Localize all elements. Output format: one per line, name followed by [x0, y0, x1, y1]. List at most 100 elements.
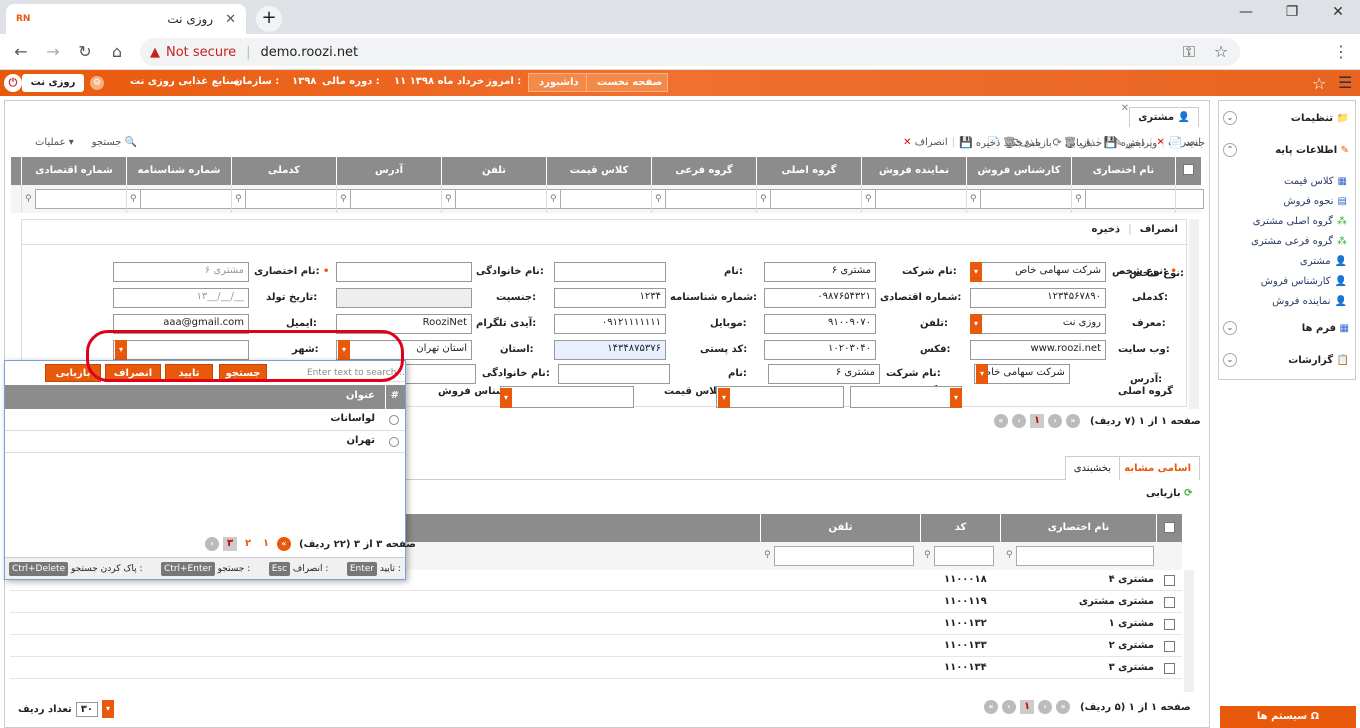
- refresh-action[interactable]: ⟳ بازیابی: [1012, 136, 1052, 149]
- collapse-icon[interactable]: ⌄: [1223, 111, 1237, 125]
- sidebar-item-sales-method[interactable]: نحوه فروش ▤: [1283, 193, 1347, 209]
- forward-icon[interactable]: →: [42, 42, 64, 61]
- filter-input[interactable]: [1016, 546, 1154, 566]
- vertical-scrollbar[interactable]: [1189, 219, 1199, 409]
- list-item[interactable]: تهران: [5, 431, 405, 453]
- filter-icon[interactable]: ⚲: [1006, 550, 1013, 560]
- sidebar-item-sub-group[interactable]: گروه فرعی مشتری ⁂: [1251, 233, 1347, 249]
- col-header[interactable]: کدملی: [231, 157, 336, 185]
- col-header[interactable]: گروه فرعی: [651, 157, 756, 185]
- col-header[interactable]: کد: [920, 514, 1000, 542]
- person-type-select[interactable]: شرکت سهامی خاص: [974, 364, 1070, 384]
- filter-icon[interactable]: ⚲: [760, 194, 767, 204]
- table-row[interactable]: مشتری مشتری ۱۱۰۰۱۱۹: [10, 592, 1182, 613]
- filter-icon[interactable]: ⚲: [764, 550, 771, 560]
- select-all-checkbox[interactable]: [1175, 157, 1201, 185]
- page-number[interactable]: ۱: [1030, 414, 1044, 428]
- new-action[interactable]: 📄 جدید: [1169, 136, 1205, 149]
- menu-dots-icon[interactable]: ⋮: [1330, 42, 1352, 61]
- restore-icon[interactable]: ❐: [1272, 4, 1312, 20]
- filter-icon[interactable]: ⚲: [655, 194, 662, 204]
- row-checkbox[interactable]: [1164, 597, 1175, 608]
- tab-similar-names[interactable]: اسامی مشابه: [1115, 456, 1200, 480]
- filter-icon[interactable]: ⚲: [445, 194, 452, 204]
- vertical-scrollbar[interactable]: [1184, 570, 1194, 692]
- col-title[interactable]: عنوان: [346, 390, 375, 401]
- row-radio[interactable]: [389, 415, 399, 425]
- page-number[interactable]: ۱: [1020, 700, 1034, 714]
- next-page-icon[interactable]: ›: [1038, 700, 1052, 714]
- expand-icon[interactable]: ⌃: [1223, 143, 1237, 157]
- favorite-star-icon[interactable]: ☆: [1312, 74, 1326, 93]
- dashboard-button[interactable]: داشبورد: [528, 73, 590, 92]
- filter-input[interactable]: [934, 546, 994, 566]
- sidebar-item-main-group[interactable]: گروه اصلی مشتری ⁂: [1253, 213, 1347, 229]
- filter-icon[interactable]: ⚲: [340, 194, 347, 204]
- chevron-down-icon[interactable]: ▾: [102, 700, 114, 718]
- collapse-icon[interactable]: ⌄: [1223, 353, 1237, 367]
- page-number[interactable]: ۳: [223, 537, 237, 551]
- filter-input[interactable]: [774, 546, 914, 566]
- sidebar-settings[interactable]: ⌄ تنظیمات 📁: [1223, 107, 1349, 129]
- star-icon[interactable]: ☆: [1210, 42, 1232, 61]
- filter-icon[interactable]: ⚲: [924, 550, 931, 560]
- url-bar[interactable]: ▲ Not secure | demo.roozi.net: [140, 38, 1240, 66]
- sidebar-base-info[interactable]: ⌃ اطلاعات پایه ✎: [1223, 139, 1349, 161]
- sidebar-item-sales-expert[interactable]: کارشناس فروش 👤: [1261, 273, 1347, 289]
- col-header[interactable]: نام اختصاری: [1071, 157, 1175, 185]
- row-radio[interactable]: [389, 437, 399, 447]
- collapse-icon[interactable]: ⌄: [1223, 321, 1237, 335]
- cancel-action[interactable]: ✕ انصراف: [903, 137, 947, 148]
- first-page-icon[interactable]: «: [984, 700, 998, 714]
- form-cancel-button[interactable]: انصراف: [1140, 224, 1178, 235]
- close-tab-icon[interactable]: ✕: [1121, 103, 1129, 114]
- tab-customer[interactable]: مشتری 👤: [1129, 107, 1199, 127]
- reload-icon[interactable]: ↻: [74, 42, 96, 61]
- systems-menu-button[interactable]: سیستم ها Ω: [1220, 706, 1356, 728]
- filter-icon[interactable]: ⚲: [865, 194, 872, 204]
- power-icon[interactable]: ⏻: [4, 74, 22, 92]
- page-number[interactable]: ۱: [259, 537, 273, 551]
- first-page-icon[interactable]: «: [277, 537, 291, 551]
- company-input[interactable]: مشتری ۶: [768, 364, 880, 384]
- col-header[interactable]: کلاس قیمت: [546, 157, 651, 185]
- sidebar-forms[interactable]: ⌄ فرم ها ▦: [1223, 317, 1349, 339]
- first-page-icon[interactable]: «: [994, 414, 1008, 428]
- row-checkbox[interactable]: [1164, 641, 1175, 652]
- back-icon[interactable]: ←: [10, 42, 32, 61]
- col-header[interactable]: کارشناس فروش: [966, 157, 1071, 185]
- hamburger-icon[interactable]: ☰: [1338, 73, 1352, 92]
- filter-icon[interactable]: ⚲: [235, 194, 242, 204]
- close-tab-icon[interactable]: ✕: [225, 12, 236, 27]
- last-page-icon[interactable]: »: [1056, 700, 1070, 714]
- prev-page-icon[interactable]: ‹: [1012, 414, 1026, 428]
- col-header[interactable]: شماره اقتصادی: [21, 157, 126, 185]
- save-action[interactable]: 💾 ذخیره: [959, 136, 1000, 149]
- prev-page-icon[interactable]: ‹: [1002, 700, 1016, 714]
- user-name[interactable]: روزی نت: [22, 74, 84, 92]
- prev-page-icon[interactable]: ‹: [205, 537, 219, 551]
- sidebar-item-sales-agent[interactable]: نماینده فروش 👤: [1272, 293, 1347, 309]
- col-header[interactable]: تلفن: [760, 514, 920, 542]
- sidebar-item-customer[interactable]: مشتری 👤: [1300, 253, 1347, 269]
- filter-icon[interactable]: ⚲: [130, 194, 137, 204]
- col-header[interactable]: تلفن: [441, 157, 546, 185]
- col-header[interactable]: شماره شناسنامه: [126, 157, 231, 185]
- name-input[interactable]: [558, 364, 670, 384]
- col-header[interactable]: نماینده فروش: [861, 157, 966, 185]
- filter-icon[interactable]: ⚲: [550, 194, 557, 204]
- sidebar-reports[interactable]: ⌄ گزارشات 📋: [1223, 349, 1349, 371]
- col-header[interactable]: آدرس: [336, 157, 441, 185]
- row-checkbox[interactable]: [1164, 619, 1175, 630]
- filter-icon[interactable]: ⚲: [970, 194, 977, 204]
- bottom-refresh-button[interactable]: بازیابی ⟳: [1146, 488, 1193, 499]
- next-page-icon[interactable]: ›: [1048, 414, 1062, 428]
- delete-action[interactable]: 🗑 حذف: [1063, 136, 1102, 149]
- search-action[interactable]: جستجو 🔍: [92, 137, 137, 148]
- table-row[interactable]: مشتری ۱ ۱۱۰۰۱۳۲: [10, 614, 1182, 635]
- row-checkbox[interactable]: [1164, 663, 1175, 674]
- home-icon[interactable]: ⌂: [106, 42, 128, 61]
- page-number[interactable]: ۲: [241, 537, 255, 551]
- operations-menu[interactable]: عملیات ▾: [35, 137, 74, 148]
- new-tab-button[interactable]: +: [256, 6, 282, 32]
